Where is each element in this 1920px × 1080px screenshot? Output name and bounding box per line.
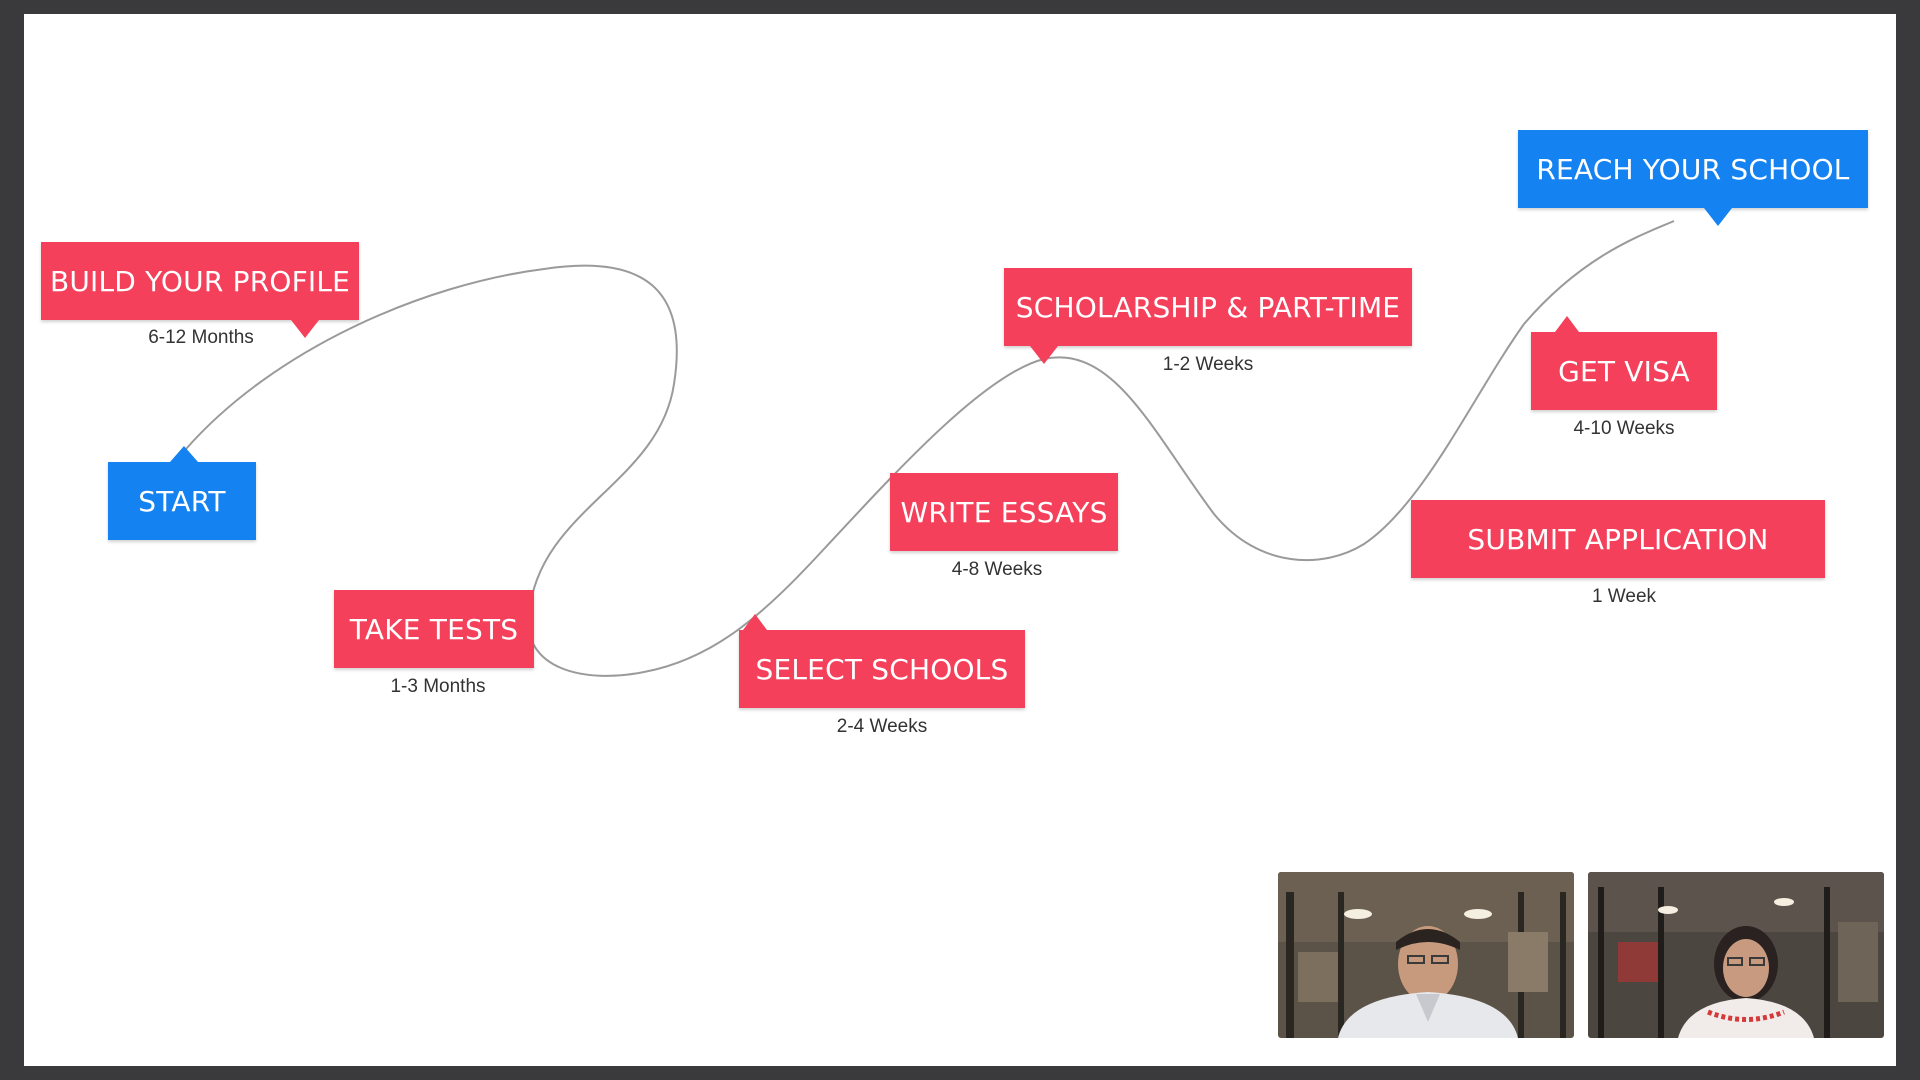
step-scholarship: SCHOLARSHIP & PART-TIME — [1004, 268, 1412, 364]
step-build-profile-label: BUILD YOUR PROFILE — [49, 264, 351, 298]
participant-video-female-icon — [1588, 872, 1884, 1038]
step-build-profile: BUILD YOUR PROFILE — [41, 242, 359, 338]
duration-get-visa: 4-10 Weeks — [1573, 418, 1675, 439]
duration-scholarship: 1-2 Weeks — [1162, 354, 1254, 375]
step-get-visa: GET VISA — [1531, 316, 1717, 410]
step-reach-school-label: REACH YOUR SCHOOL — [1536, 152, 1850, 186]
step-get-visa-pointer — [1555, 316, 1579, 332]
duration-write-essays: 4-8 Weeks — [951, 559, 1043, 580]
step-scholarship-pointer — [1030, 346, 1058, 364]
step-reach-school: REACH YOUR SCHOOL — [1518, 130, 1868, 226]
step-start-pointer — [170, 446, 198, 462]
step-start: START — [108, 446, 256, 540]
duration-take-tests: 1-3 Months — [390, 676, 486, 697]
step-submit-application: SUBMIT APPLICATION — [1402, 500, 1825, 578]
step-write-essays: WRITE ESSAYS — [881, 473, 1118, 551]
step-scholarship-label: SCHOLARSHIP & PART-TIME — [1015, 290, 1401, 324]
step-take-tests: TAKE TESTS — [334, 590, 534, 668]
step-write-essays-label: WRITE ESSAYS — [900, 495, 1108, 529]
step-start-label: START — [138, 484, 226, 518]
step-select-schools-label: SELECT SCHOOLS — [755, 652, 1009, 686]
duration-build-profile: 6-12 Months — [148, 327, 254, 348]
step-reach-school-pointer — [1704, 208, 1732, 226]
step-get-visa-label: GET VISA — [1558, 354, 1690, 388]
participant-video-tile-1[interactable] — [1278, 872, 1574, 1038]
duration-select-schools: 2-4 Weeks — [836, 716, 928, 737]
duration-submit-application: 1 Week — [1591, 586, 1657, 607]
participant-video-tile-2[interactable] — [1588, 872, 1884, 1038]
step-select-schools: SELECT SCHOOLS — [739, 614, 1025, 708]
step-select-schools-pointer — [743, 614, 767, 630]
step-submit-application-label: SUBMIT APPLICATION — [1467, 522, 1769, 556]
step-take-tests-label: TAKE TESTS — [349, 612, 519, 646]
participant-video-male-icon — [1278, 872, 1574, 1038]
